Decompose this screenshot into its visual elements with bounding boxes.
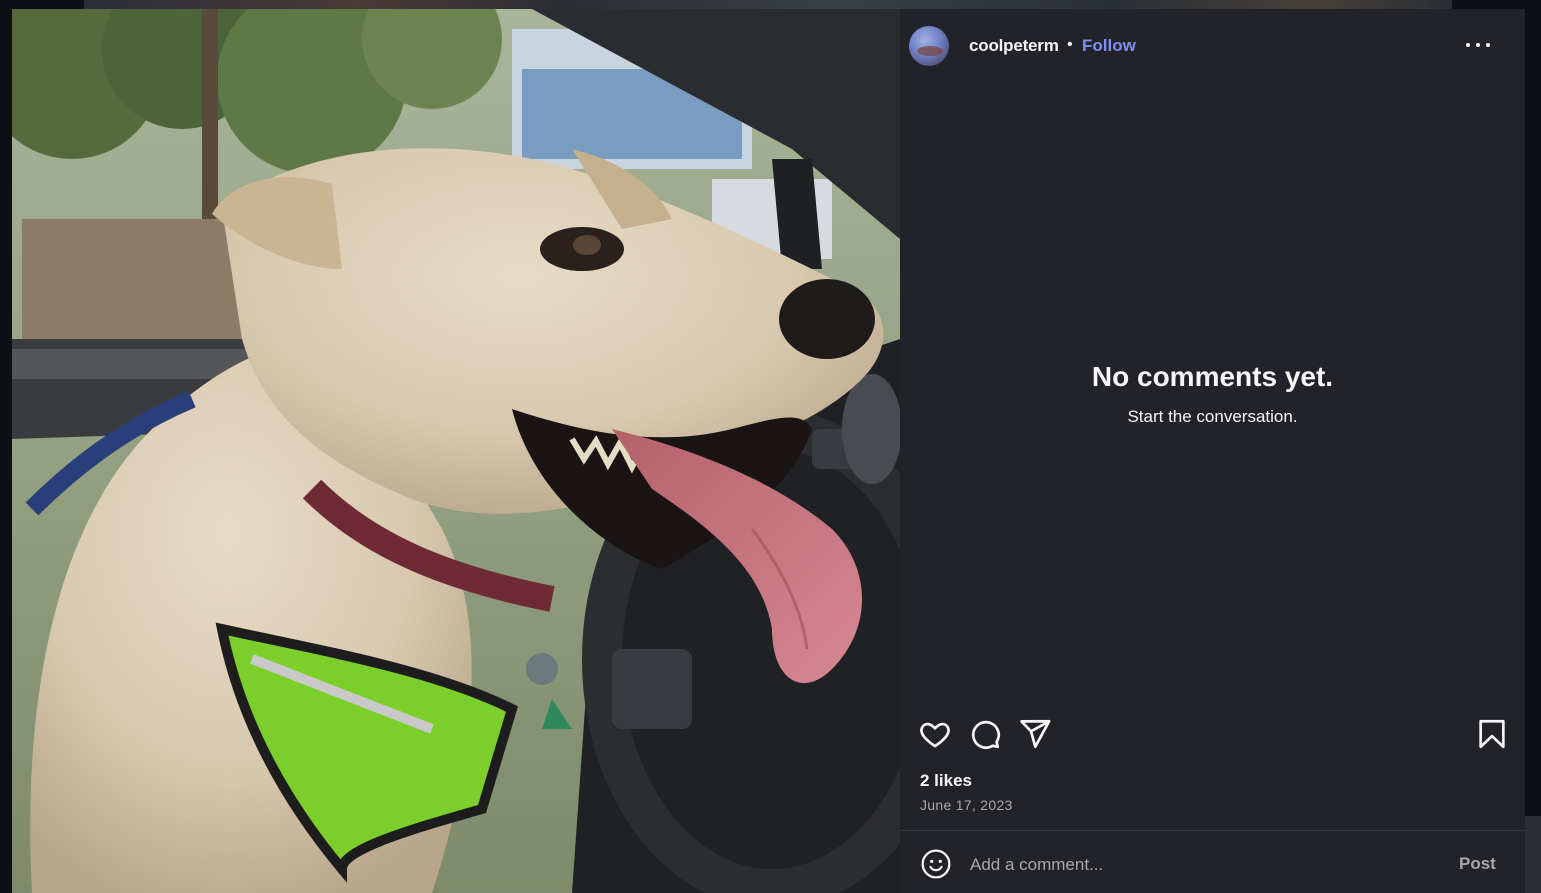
post-actions — [900, 717, 1525, 751]
separator-dot: • — [1067, 36, 1073, 53]
likes-count[interactable]: 2 likes — [920, 771, 972, 791]
no-comments-title: No comments yet. — [1091, 361, 1334, 392]
post-modal: coolpeterm • Follow No comments yet. Sta… — [12, 9, 1525, 893]
username-link[interactable]: coolpeterm — [969, 36, 1059, 56]
heart-icon[interactable] — [918, 717, 952, 751]
more-options-icon[interactable] — [1465, 33, 1491, 57]
share-icon[interactable] — [1018, 717, 1052, 751]
background-edge — [1525, 816, 1541, 893]
background-feed-strip — [84, 0, 1452, 9]
post-photo[interactable] — [12, 9, 900, 893]
comment-input[interactable] — [970, 851, 1440, 879]
dog-photo-illustration — [12, 9, 900, 893]
post-date[interactable]: June 17, 2023 — [920, 797, 1013, 813]
post-side-panel: coolpeterm • Follow No comments yet. Sta… — [900, 9, 1525, 893]
emoji-icon[interactable] — [920, 848, 952, 880]
avatar[interactable] — [909, 26, 949, 66]
follow-button[interactable]: Follow — [1082, 36, 1136, 56]
composer-divider — [900, 830, 1525, 831]
bookmark-icon[interactable] — [1475, 717, 1509, 751]
post-header: coolpeterm • Follow — [900, 9, 1525, 81]
comment-icon[interactable] — [968, 717, 1002, 751]
post-comment-button[interactable]: Post — [1459, 854, 1496, 874]
no-comments-subtitle: Start the conversation. — [1127, 407, 1298, 426]
